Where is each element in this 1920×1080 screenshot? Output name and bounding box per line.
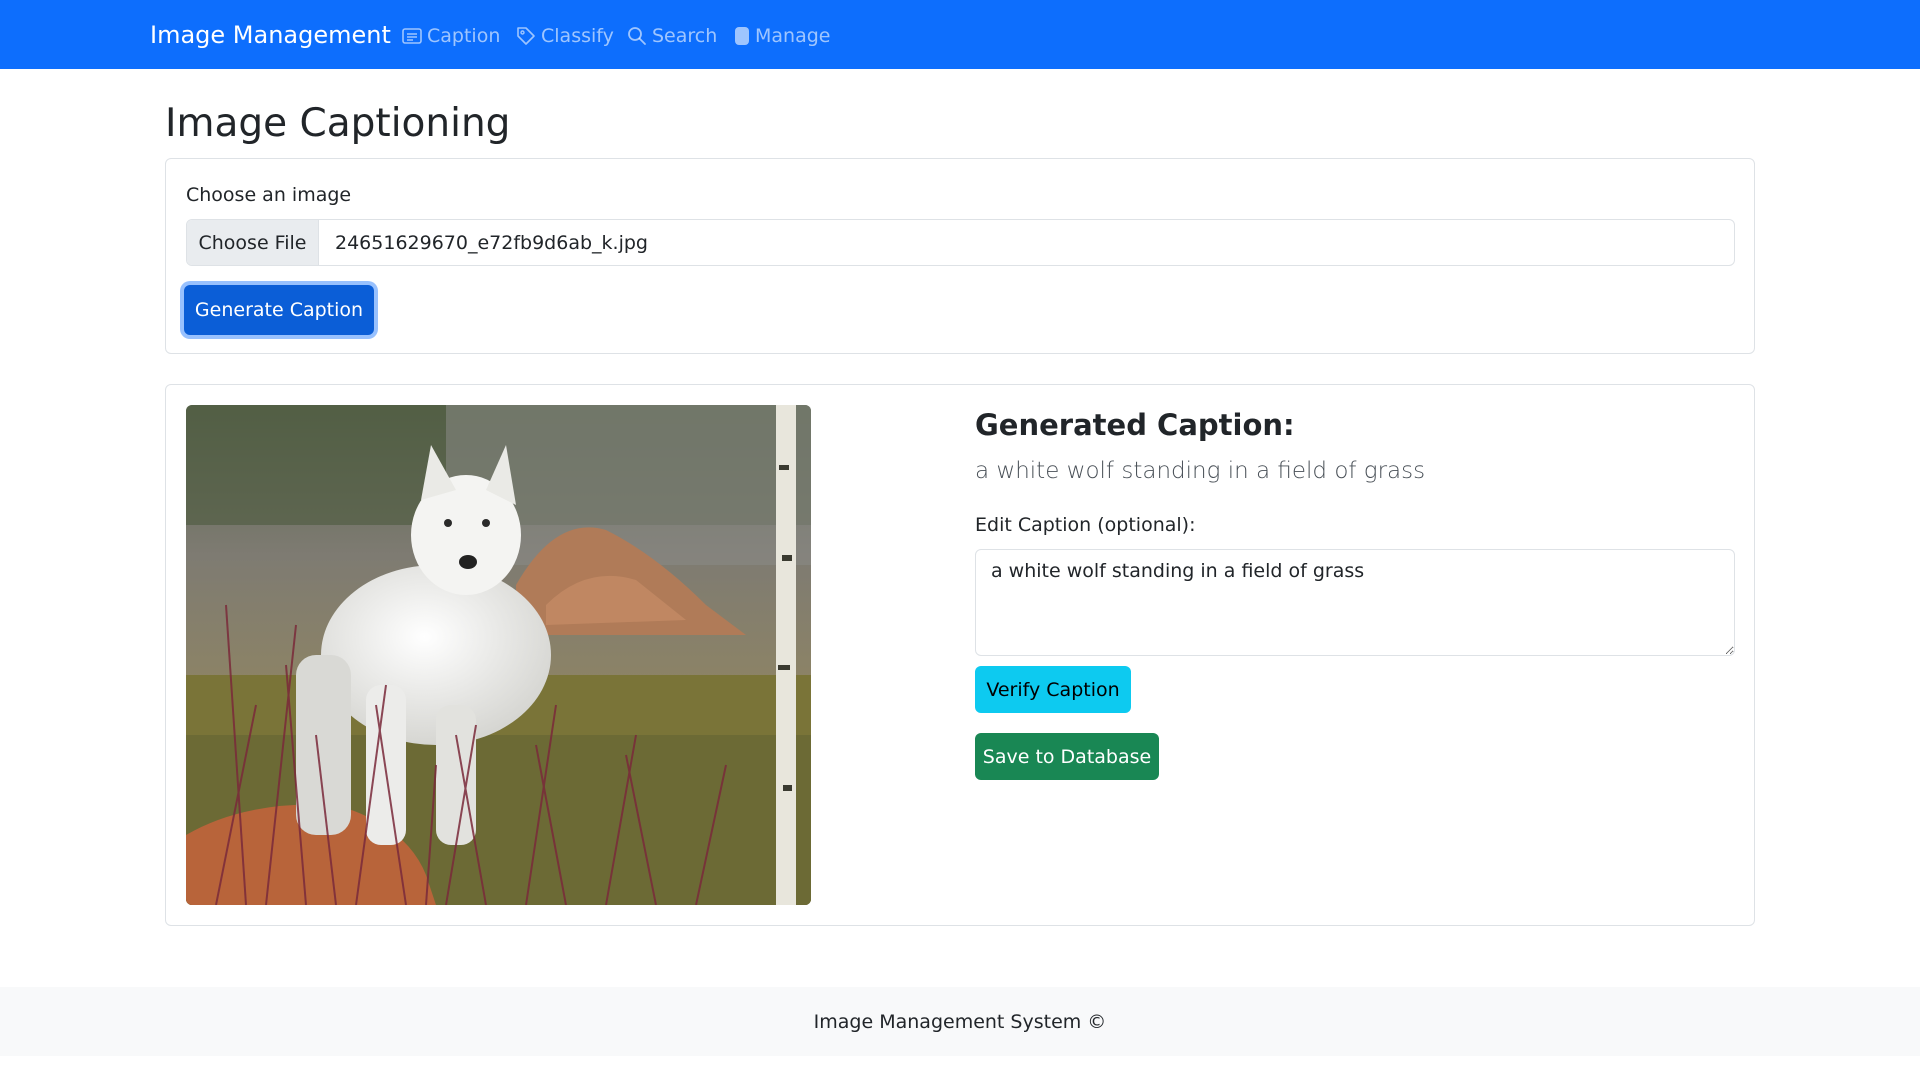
tag-icon <box>516 26 536 46</box>
nav-item-label: Search <box>652 25 718 47</box>
selected-file-name: 24651629670_e72fb9d6ab_k.jpg <box>335 231 648 254</box>
generated-caption-text: a white wolf standing in a field of gras… <box>975 458 1426 484</box>
nav-item-classify[interactable]: Classify <box>516 24 614 48</box>
page-title: Image Captioning <box>165 101 511 146</box>
nav-item-label: Classify <box>541 25 614 47</box>
verify-caption-button[interactable]: Verify Caption <box>975 666 1131 713</box>
choose-image-label: Choose an image <box>186 184 352 206</box>
uploaded-image <box>186 405 811 905</box>
footer-text: Image Management System © <box>813 1010 1107 1033</box>
wolf-photo <box>186 405 811 905</box>
footer: Image Management System © <box>0 987 1920 1056</box>
save-to-database-button[interactable]: Save to Database <box>975 733 1159 780</box>
navbar-brand[interactable]: Image Management <box>150 20 391 50</box>
nav-item-label: Caption <box>427 25 501 47</box>
file-input[interactable]: Choose File 24651629670_e72fb9d6ab_k.jpg <box>186 219 1735 266</box>
nav-item-search[interactable]: Search <box>627 24 717 48</box>
navbar: Image Management Caption Classify Search… <box>0 0 1920 69</box>
nav-item-caption[interactable]: Caption <box>402 24 500 48</box>
search-icon <box>627 26 647 46</box>
card-text-icon <box>402 27 422 45</box>
edit-caption-textarea[interactable]: a white wolf standing in a field of gras… <box>975 549 1735 656</box>
database-icon <box>734 26 750 46</box>
generate-caption-button[interactable]: Generate Caption <box>184 285 374 335</box>
choose-file-button[interactable]: Choose File <box>187 220 319 265</box>
edit-caption-label: Edit Caption (optional): <box>975 514 1196 536</box>
generated-caption-heading: Generated Caption: <box>975 408 1295 442</box>
nav-item-label: Manage <box>755 25 831 47</box>
nav-item-manage[interactable]: Manage <box>734 24 830 48</box>
